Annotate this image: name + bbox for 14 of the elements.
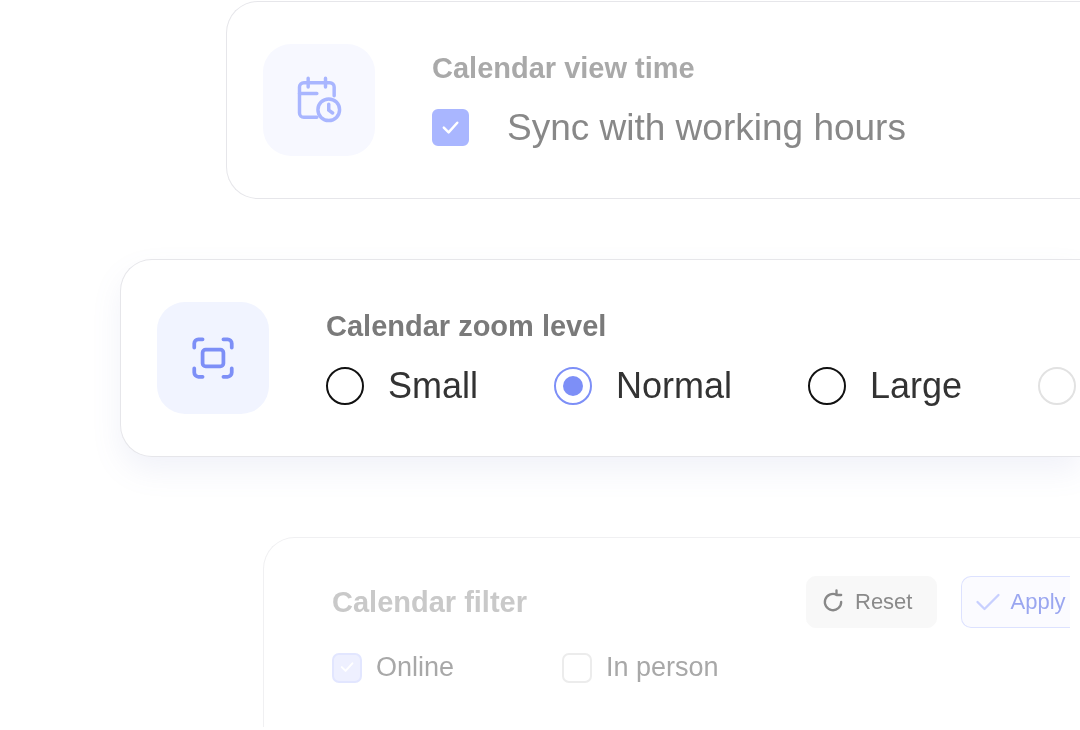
checkbox[interactable] — [432, 109, 469, 146]
option-label: Large — [870, 364, 963, 407]
apply-button[interactable]: Apply — [961, 576, 1070, 628]
radio-button[interactable] — [554, 366, 593, 405]
option-label: Online — [376, 652, 455, 683]
radio-button[interactable] — [326, 366, 364, 405]
card-title: Calendar view time — [432, 51, 695, 85]
option-label: In person — [606, 652, 719, 683]
reset-button[interactable]: Reset — [806, 576, 938, 628]
option-label: Sync with working hours — [507, 106, 906, 149]
card-title: Calendar zoom level — [326, 309, 607, 343]
radio-button[interactable] — [808, 366, 847, 405]
option-label: Normal — [616, 364, 733, 407]
option-label: Small — [388, 364, 479, 407]
